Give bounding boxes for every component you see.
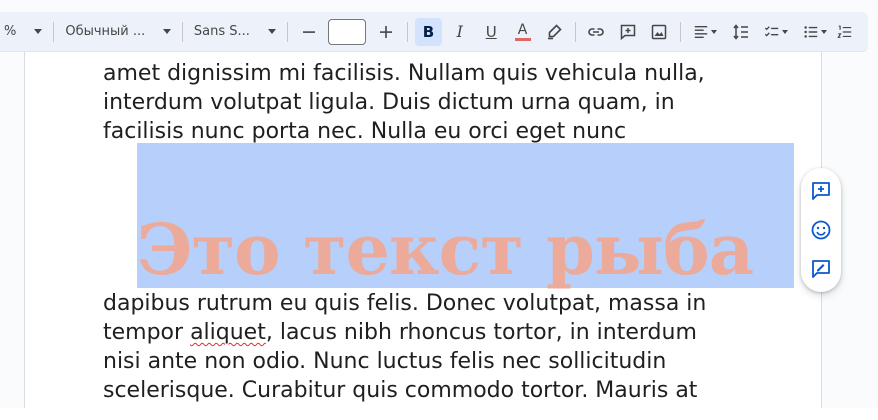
bold-button[interactable]: B — [414, 17, 443, 46]
chevron-down-icon — [162, 29, 171, 34]
font-family-dropdown[interactable]: Sans S... — [188, 18, 282, 46]
text-line: nisi ante non odio. Nunc luctus felis ne… — [103, 349, 667, 374]
chevron-down-icon — [268, 29, 277, 34]
paragraph-style-dropdown[interactable]: Обычный ... — [59, 18, 177, 46]
underline-label: U — [485, 22, 497, 41]
wordart-text: Это текст рыба — [137, 208, 754, 291]
text-color-label: A — [517, 21, 528, 38]
add-comment-button[interactable] — [807, 177, 835, 205]
add-comment-button[interactable] — [614, 18, 641, 46]
text-fragment: , lacus nibh rhoncus tortor, in interdum — [265, 320, 697, 345]
image-icon — [651, 24, 667, 39]
toolbar-divider — [287, 21, 289, 42]
zoom-dropdown[interactable]: % — [0, 18, 48, 46]
toolbar-divider — [679, 21, 681, 42]
text-line: facilisis nunc porta nec. Nulla eu orci … — [103, 119, 627, 144]
emoji-icon — [811, 220, 831, 240]
text-fragment: tempor — [103, 320, 191, 345]
minus-icon — [302, 30, 315, 33]
paragraph-bottom: dapibus rutrum eu quis felis. Donec volu… — [103, 289, 803, 405]
toolbar-divider — [53, 21, 55, 42]
text-line: scelerisque. Curabitur quis commodo tort… — [103, 378, 698, 403]
highlight-color-button[interactable] — [540, 18, 567, 46]
font-size-input[interactable] — [328, 18, 367, 45]
text-line: dapibus rutrum eu quis felis. Donec volu… — [103, 291, 707, 316]
numbered-list-icon — [837, 25, 851, 38]
text-line: tempor aliquet, lacus nibh rhoncus torto… — [103, 318, 803, 347]
toolbar-divider — [406, 21, 408, 42]
suggest-edits-button[interactable] — [807, 255, 835, 283]
insert-image-button[interactable] — [645, 18, 672, 46]
numbered-list-button[interactable] — [837, 18, 866, 46]
zoom-value: % — [4, 24, 17, 39]
insert-link-button[interactable] — [583, 18, 610, 46]
checklist-icon — [764, 25, 779, 36]
checklist-button[interactable] — [758, 18, 793, 46]
paragraph-style-value: Обычный ... — [65, 24, 146, 39]
page-bottom-edge — [0, 408, 878, 420]
chevron-down-icon — [781, 29, 788, 34]
add-comment-icon — [620, 24, 635, 40]
text-line: amet dignissim mi facilisis. Nullam quis… — [103, 61, 705, 86]
chevron-down-icon — [821, 29, 828, 34]
italic-label: I — [456, 22, 463, 41]
line-spacing-button[interactable] — [727, 18, 754, 46]
chevron-down-icon — [711, 29, 718, 34]
bold-label: B — [422, 22, 435, 41]
line-spacing-icon — [733, 23, 748, 40]
chevron-down-icon — [34, 29, 43, 34]
underline-button[interactable]: U — [478, 18, 505, 46]
link-icon — [588, 27, 605, 36]
bulleted-list-icon — [804, 25, 818, 38]
text-color-bar — [514, 37, 531, 41]
text-color-button[interactable]: A — [509, 18, 536, 46]
suggest-edit-icon — [812, 259, 830, 278]
text-line: interdum volutpat ligula. Duis dictum ur… — [103, 90, 675, 115]
font-family-value: Sans S... — [193, 24, 250, 39]
floating-action-panel — [801, 168, 841, 292]
align-button[interactable] — [688, 18, 723, 46]
highlighter-icon — [547, 23, 562, 39]
paragraph-top: amet dignissim mi facilisis. Nullam quis… — [103, 59, 803, 146]
misspelled-word[interactable]: aliquet — [190, 320, 266, 345]
decrease-font-size-button[interactable] — [295, 18, 322, 46]
italic-button[interactable]: I — [446, 18, 473, 46]
toolbar-divider — [574, 21, 576, 42]
align-left-icon — [695, 25, 708, 38]
toolbar-divider — [181, 21, 183, 42]
bulleted-list-button[interactable] — [798, 18, 833, 46]
document-page[interactable]: amet dignissim mi facilisis. Nullam quis… — [24, 52, 822, 420]
add-emoji-reaction-button[interactable] — [807, 216, 835, 244]
add-comment-icon — [812, 182, 830, 201]
increase-font-size-button[interactable] — [372, 18, 399, 46]
plus-icon — [380, 25, 393, 38]
formatting-toolbar: % Обычный ... Sans S... B I U A — [0, 12, 868, 52]
